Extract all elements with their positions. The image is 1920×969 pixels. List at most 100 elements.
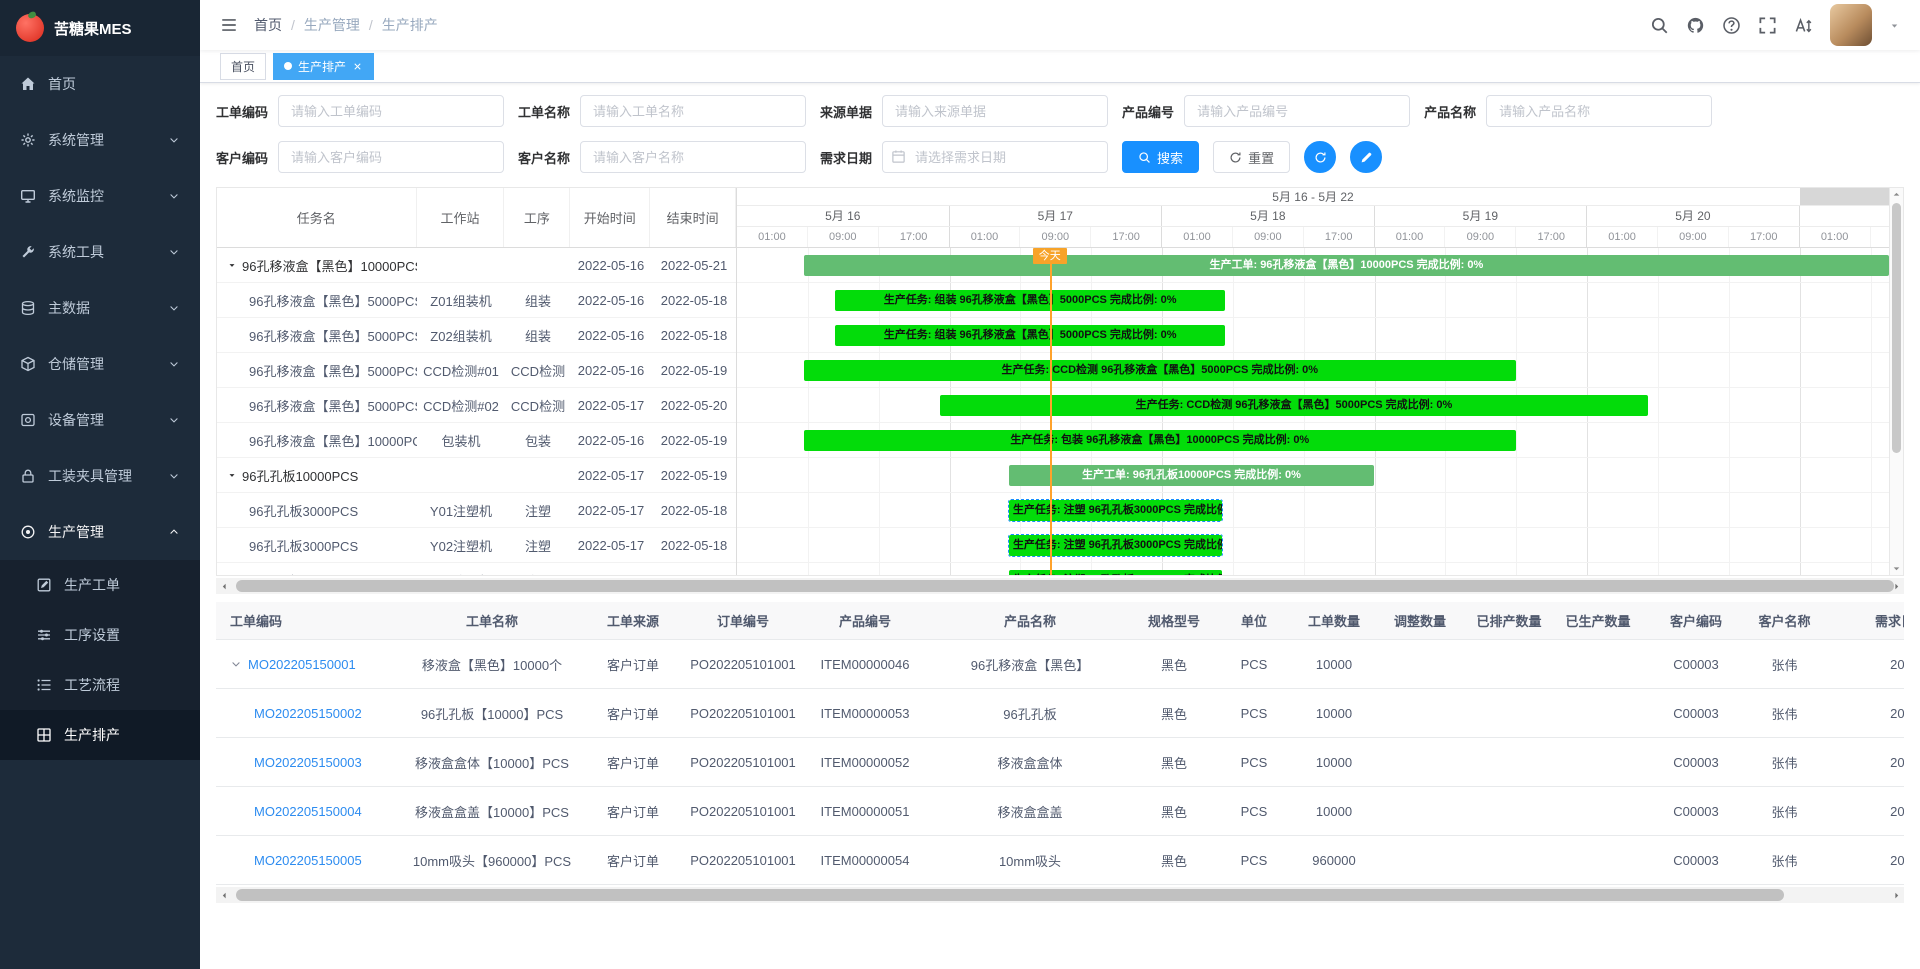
gantt-bar[interactable]: 生产任务: 组装 96孔移液盒【黑色】5000PCS 完成比例: 0%: [835, 325, 1226, 346]
avatar-caret-icon[interactable]: [1889, 20, 1900, 31]
scroll-left-icon[interactable]: [216, 887, 232, 903]
table-row[interactable]: MO202205150004移液盒盒盖【10000】PCS客户订单PO20220…: [216, 787, 1904, 836]
fullscreen-icon[interactable]: [1758, 16, 1777, 35]
gantt-task-row[interactable]: 96孔孔板10000PCS2022-05-172022-05-19: [217, 458, 736, 493]
filter-input-4[interactable]: [1486, 95, 1712, 127]
order-link[interactable]: MO202205150002: [254, 706, 362, 721]
order-link[interactable]: MO202205150005: [254, 853, 362, 868]
gantt-bar[interactable]: 生产任务: 注塑 96孔孔板3000PCS 完成比例: 0%: [1009, 570, 1222, 575]
gantt-task-cell: 注塑: [505, 571, 571, 576]
sidebar-item[interactable]: 设备管理: [0, 392, 200, 448]
scroll-right-icon[interactable]: [1888, 578, 1904, 594]
scroll-left-icon[interactable]: [216, 578, 232, 594]
gantt-hour-label: 17:00: [1304, 227, 1375, 247]
order-code-cell[interactable]: MO202205150004: [216, 804, 400, 819]
filter-input-1[interactable]: [580, 95, 806, 127]
table-row[interactable]: MO202205150003移液盒盒体【10000】PCS客户订单PO20220…: [216, 738, 1904, 787]
gantt-bar[interactable]: 生产工单: 96孔移液盒【黑色】10000PCS 完成比例: 0%: [804, 255, 1889, 276]
filter-input-0[interactable]: [278, 95, 504, 127]
order-code-cell[interactable]: MO202205150003: [216, 755, 400, 770]
filter-input-3[interactable]: [1184, 95, 1410, 127]
gantt-hour-label: 09:00: [1658, 227, 1729, 247]
gantt-task-name-text: 96孔孔板10000PCS: [242, 466, 358, 485]
order-code-cell[interactable]: MO202205150002: [216, 706, 400, 721]
app-logo[interactable]: 苦糖果MES: [0, 0, 200, 56]
gantt-vertical-scrollbar[interactable]: [1889, 188, 1903, 575]
gantt-bar[interactable]: 生产任务: CCD检测 96孔移液盒【黑色】5000PCS 完成比例: 0%: [804, 360, 1516, 381]
gantt-bar[interactable]: 生产任务: 包装 96孔移液盒【黑色】10000PCS 完成比例: 0%: [804, 430, 1516, 451]
orders-horizontal-scrollbar[interactable]: [216, 887, 1904, 903]
table-row[interactable]: MO202205150001移液盒【黑色】10000个客户订单PO2022051…: [216, 640, 1904, 689]
search-icon[interactable]: [1650, 16, 1669, 35]
gantt-task-row[interactable]: 96孔移液盒【黑色】10000PCS包装机包装2022-05-162022-05…: [217, 423, 736, 458]
sidebar-item[interactable]: 主数据: [0, 280, 200, 336]
filter-input-5[interactable]: [278, 141, 504, 173]
edit-button[interactable]: [1350, 141, 1382, 173]
filter-input-2[interactable]: [882, 95, 1108, 127]
vertical-scrollbar-thumb[interactable]: [1892, 203, 1901, 453]
gantt-task-row[interactable]: 96孔移液盒【黑色】10000PCS2022-05-162022-05-21: [217, 248, 736, 283]
gantt-col-process: 工序: [504, 188, 570, 247]
tab-production-schedule[interactable]: 生产排产: [273, 53, 374, 80]
sidebar-item[interactable]: 仓储管理: [0, 336, 200, 392]
gantt-bar[interactable]: 生产任务: 组装 96孔移液盒【黑色】5000PCS 完成比例: 0%: [835, 290, 1226, 311]
sidebar-item[interactable]: 首页: [0, 56, 200, 112]
avatar[interactable]: [1830, 4, 1872, 46]
close-icon[interactable]: [352, 61, 363, 72]
refresh-button[interactable]: [1304, 141, 1336, 173]
gantt-bar[interactable]: 生产任务: CCD检测 96孔移液盒【黑色】5000PCS 完成比例: 0%: [940, 395, 1648, 416]
sidebar-subitem[interactable]: 生产排产: [0, 710, 200, 760]
gantt-bar[interactable]: 生产任务: 注塑 96孔孔板3000PCS 完成比例: 0%: [1009, 500, 1222, 521]
reset-button[interactable]: 重置: [1213, 141, 1290, 173]
gantt-bar[interactable]: 生产任务: 注塑 96孔孔板3000PCS 完成比例: 0%: [1009, 535, 1222, 556]
gantt-task-row[interactable]: 96孔孔板3000PCSY01注塑机注塑2022-05-172022-05-18: [217, 493, 736, 528]
gantt-task-row[interactable]: 96孔移液盒【黑色】5000PCSZ01组装机组装2022-05-162022-…: [217, 283, 736, 318]
sidebar-item[interactable]: 系统管理: [0, 112, 200, 168]
sidebar-item[interactable]: 系统工具: [0, 224, 200, 280]
breadcrumb-item-production[interactable]: 生产管理: [304, 15, 360, 35]
gantt-horizontal-scrollbar[interactable]: [216, 578, 1904, 594]
hamburger-icon[interactable]: [220, 16, 238, 34]
filter-label: 工单名称: [518, 102, 570, 121]
sidebar-item[interactable]: 生产管理: [0, 504, 200, 560]
filter-input-6[interactable]: [580, 141, 806, 173]
order-code-cell[interactable]: MO202205150005: [216, 853, 400, 868]
horizontal-scrollbar-thumb[interactable]: [236, 889, 1784, 901]
table-cell: 张伟: [1748, 704, 1821, 723]
filter-input-7[interactable]: [882, 141, 1108, 173]
scroll-down-icon[interactable]: [1892, 562, 1901, 575]
gantt-task-cell: 注塑: [505, 501, 571, 520]
chevron-down-icon: [168, 134, 180, 146]
github-icon[interactable]: [1686, 16, 1705, 35]
sidebar-subitem[interactable]: 工艺流程: [0, 660, 200, 710]
search-button[interactable]: 搜索: [1122, 141, 1199, 173]
scroll-up-icon[interactable]: [1892, 188, 1901, 201]
gantt-task-row[interactable]: 96孔移液盒【黑色】5000PCSCCD检测#02CCD检测2022-05-17…: [217, 388, 736, 423]
help-icon[interactable]: [1722, 16, 1741, 35]
font-size-icon[interactable]: [1794, 16, 1813, 35]
sidebar-item[interactable]: 系统监控: [0, 168, 200, 224]
table-row[interactable]: MO20220515000510mm吸头【960000】PCS客户订单PO202…: [216, 836, 1904, 885]
order-link[interactable]: MO202205150004: [254, 804, 362, 819]
sidebar-item[interactable]: 工装夹具管理: [0, 448, 200, 504]
table-row[interactable]: MO20220515000296孔孔板【10000】PCS客户订单PO20220…: [216, 689, 1904, 738]
gantt-task-row[interactable]: 96孔孔板3000PCSY02注塑机注塑2022-05-172022-05-18: [217, 528, 736, 563]
horizontal-scrollbar-thumb[interactable]: [236, 580, 1894, 592]
order-code-cell[interactable]: MO202205150001: [216, 657, 400, 672]
table-cell: 10000: [1294, 755, 1374, 770]
sidebar-subitem[interactable]: 工序设置: [0, 610, 200, 660]
scroll-right-icon[interactable]: [1888, 887, 1904, 903]
breadcrumb-item-home[interactable]: 首页: [254, 15, 282, 35]
order-link[interactable]: MO202205150003: [254, 755, 362, 770]
gantt-col-task-name: 任务名: [217, 188, 417, 247]
gantt-task-row[interactable]: 96孔孔板3000PCSY03注塑机注塑2022-05-172022-05-18: [217, 563, 736, 575]
gantt-task-cell: 2022-05-18: [651, 573, 736, 576]
gantt-task-cell: CCD检测: [505, 361, 571, 380]
order-link[interactable]: MO202205150001: [248, 657, 356, 672]
sidebar-subitem[interactable]: 生产工单: [0, 560, 200, 610]
gantt-task-row[interactable]: 96孔移液盒【黑色】5000PCSZ02组装机组装2022-05-162022-…: [217, 318, 736, 353]
breadcrumb-item-schedule[interactable]: 生产排产: [382, 15, 438, 35]
gantt-bar[interactable]: 生产工单: 96孔孔板10000PCS 完成比例: 0%: [1009, 465, 1374, 486]
tab-home[interactable]: 首页: [220, 53, 266, 80]
gantt-task-row[interactable]: 96孔移液盒【黑色】5000PCSCCD检测#01CCD检测2022-05-16…: [217, 353, 736, 388]
